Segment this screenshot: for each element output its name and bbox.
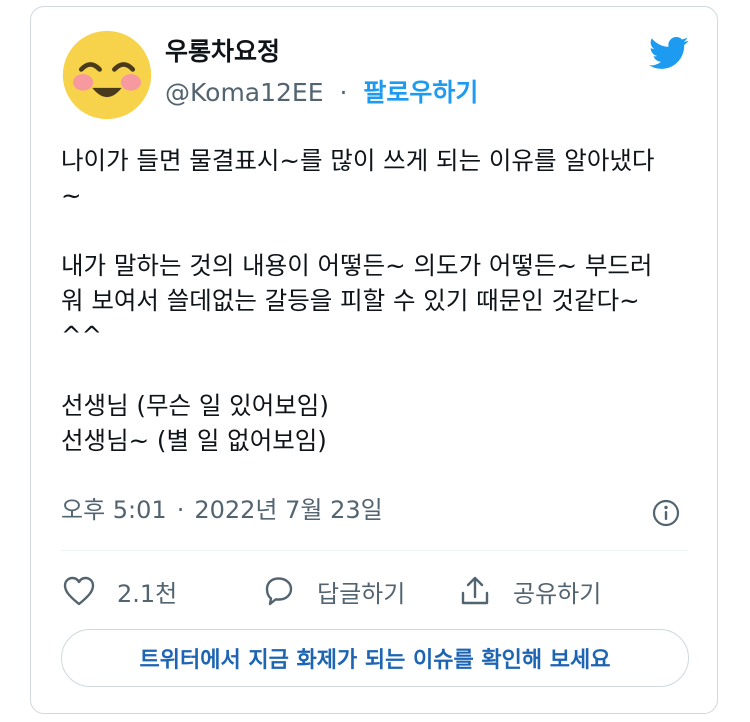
separator-dot: ·	[339, 78, 348, 107]
divider	[61, 550, 687, 551]
share-label: 공유하기	[513, 579, 602, 608]
share-icon	[461, 576, 489, 605]
tweet-time[interactable]: 오후 5:01	[61, 496, 167, 524]
body-line: 선생님~ (별 일 없어보임)	[61, 426, 327, 455]
heart-icon	[63, 576, 95, 606]
tweet-body: 나이가 들면 물결표시~를 많이 쓰게 되는 이유를 알아냈다 ~ 내가 말하는…	[61, 143, 691, 458]
follow-button[interactable]: 팔로우하기	[363, 78, 478, 107]
reply-bubble-icon	[265, 577, 293, 606]
share-button[interactable]: 공유하기	[457, 573, 601, 609]
body-line: 나이가 들면 물결표시~를 많이 쓰게 되는 이유를 알아냈다	[61, 146, 655, 175]
info-icon[interactable]	[651, 498, 681, 528]
separator-dot: ·	[176, 496, 185, 524]
body-line: ~	[61, 181, 82, 210]
reply-label: 답글하기	[317, 579, 406, 608]
author-name[interactable]: 우롱차요정	[165, 37, 280, 67]
author-handle[interactable]: @Koma12EE	[165, 78, 324, 107]
tweet-date[interactable]: 2022년 7월 23일	[194, 496, 382, 524]
action-bar: 2.1천 답글하기 공유하기	[61, 569, 601, 613]
tweet-card: 우롱차요정 @Koma12EE · 팔로우하기 나이가 들면 물결표시~를 많이…	[30, 6, 718, 714]
trending-topics-button[interactable]: 트위터에서 지금 화제가 되는 이슈를 확인해 보세요	[61, 629, 689, 687]
like-count: 2.1천	[117, 579, 178, 608]
body-line: 내가 말하는 것의 내용이 어떻든~ 의도가 어떻든~ 부드러	[61, 251, 653, 280]
body-line: 워 보여서 쓸데없는 갈등을 피할 수 있기 때문인 것같다~	[61, 286, 640, 315]
timestamp[interactable]: 오후 5:01 · 2022년 7월 23일	[61, 495, 383, 525]
body-line: 선생님 (무슨 일 있어보임)	[61, 391, 329, 420]
reply-button[interactable]: 답글하기	[261, 573, 457, 609]
like-button[interactable]: 2.1천	[61, 573, 261, 609]
handle-row: @Koma12EE · 팔로우하기	[165, 78, 478, 108]
body-line: ^^	[61, 321, 103, 350]
avatar[interactable]	[61, 29, 153, 121]
twitter-bird-icon[interactable]	[645, 33, 693, 73]
